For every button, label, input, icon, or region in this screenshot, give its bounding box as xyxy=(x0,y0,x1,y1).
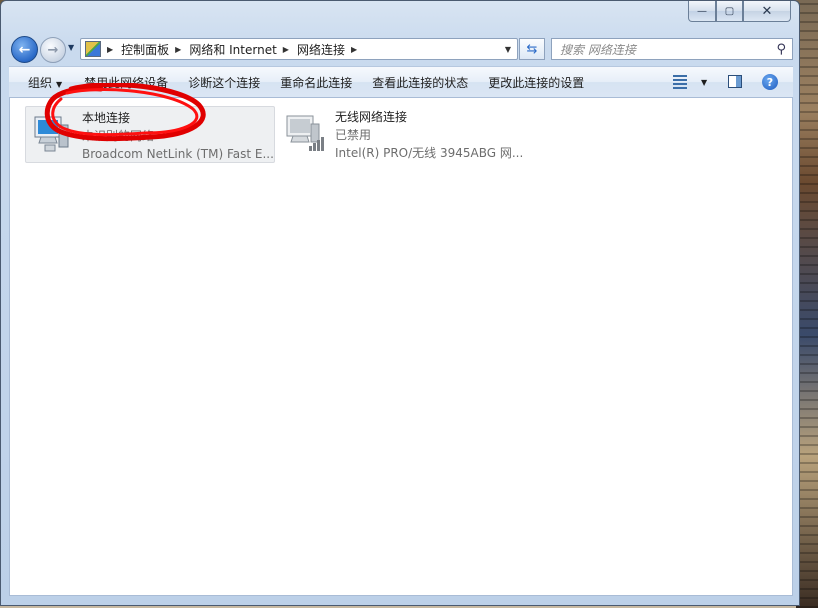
refresh-icon: ⇆ xyxy=(526,41,538,57)
view-status-button[interactable]: 查看此连接的状态 xyxy=(362,74,478,91)
connection-status: 未识别的网络 xyxy=(82,129,155,143)
chevron-right-icon[interactable]: ▶ xyxy=(283,45,289,54)
change-view-button[interactable]: ▼ xyxy=(673,75,707,89)
connection-name: 无线网络连接 xyxy=(335,110,408,124)
command-bar: 组织 ▼ 禁用此网络设备 诊断这个连接 重命名此连接 查看此连接的状态 更改此连接… xyxy=(9,66,793,98)
organize-menu[interactable]: 组织 ▼ xyxy=(9,74,74,91)
chevron-right-icon[interactable]: ▶ xyxy=(107,45,113,54)
wireless-network-icon xyxy=(286,115,324,151)
connection-device: Broadcom NetLink (TM) Fast E... xyxy=(82,147,274,161)
recent-pages-dropdown-icon[interactable]: ▼ xyxy=(68,43,74,52)
change-settings-button[interactable]: 更改此连接的设置 xyxy=(478,74,594,91)
maximize-button[interactable]: ▢ xyxy=(716,1,743,22)
connections-list: 本地连接 未识别的网络 Broadcom NetLink (TM) Fast E… xyxy=(9,98,793,596)
control-panel-icon xyxy=(85,41,101,57)
navigation-bar: ← → ▼ ▶ 控制面板 ▶ 网络和 Internet ▶ 网络连接 ▶ ▼ ⇆… xyxy=(1,33,799,63)
diagnose-connection-button[interactable]: 诊断这个连接 xyxy=(178,74,270,91)
preview-pane-icon[interactable] xyxy=(728,75,742,88)
address-dropdown-icon[interactable]: ▼ xyxy=(505,45,511,54)
connection-name: 本地连接 xyxy=(82,111,131,125)
back-button[interactable]: ← xyxy=(11,36,38,63)
view-options-icon xyxy=(673,75,687,89)
organize-label: 组织 xyxy=(28,75,53,90)
chevron-down-icon: ▼ xyxy=(56,79,63,89)
close-button[interactable]: ✕ xyxy=(743,1,791,22)
minimize-button[interactable]: — xyxy=(688,1,716,22)
wired-network-icon xyxy=(34,116,69,152)
rename-connection-button[interactable]: 重命名此连接 xyxy=(270,74,362,91)
breadcrumb-control-panel[interactable]: 控制面板 xyxy=(121,41,169,58)
caption-buttons: — ▢ ✕ xyxy=(688,1,791,22)
connection-text: 本地连接 未识别的网络 Broadcom NetLink (TM) Fast E… xyxy=(82,109,274,163)
connection-item-local[interactable]: 本地连接 未识别的网络 Broadcom NetLink (TM) Fast E… xyxy=(25,106,275,163)
explorer-window: — ▢ ✕ ← → ▼ ▶ 控制面板 ▶ 网络和 Internet ▶ 网络连接… xyxy=(0,0,800,606)
chevron-right-icon[interactable]: ▶ xyxy=(175,45,181,54)
connection-status: 已禁用 xyxy=(335,128,372,142)
forward-button[interactable]: → xyxy=(40,37,66,63)
disable-device-button[interactable]: 禁用此网络设备 xyxy=(74,74,178,91)
search-placeholder: 搜索 网络连接 xyxy=(560,42,636,57)
connection-text: 无线网络连接 已禁用 Intel(R) PRO/无线 3945ABG 网... xyxy=(335,108,523,162)
chevron-right-icon[interactable]: ▶ xyxy=(351,45,357,54)
help-icon[interactable]: ? xyxy=(762,74,778,90)
search-icon[interactable]: ⚲ xyxy=(776,42,786,57)
search-input[interactable]: 搜索 网络连接 ⚲ xyxy=(551,38,793,60)
connection-item-wireless[interactable]: 无线网络连接 已禁用 Intel(R) PRO/无线 3945ABG 网... xyxy=(280,106,540,163)
chevron-down-icon[interactable]: ▼ xyxy=(701,78,707,87)
address-bar[interactable]: ▶ 控制面板 ▶ 网络和 Internet ▶ 网络连接 ▶ ▼ xyxy=(80,38,518,60)
connection-device: Intel(R) PRO/无线 3945ABG 网... xyxy=(335,146,524,160)
refresh-button[interactable]: ⇆ xyxy=(519,38,545,60)
breadcrumb-network-connections[interactable]: 网络连接 xyxy=(297,41,345,58)
breadcrumb-network-internet[interactable]: 网络和 Internet xyxy=(189,41,276,58)
